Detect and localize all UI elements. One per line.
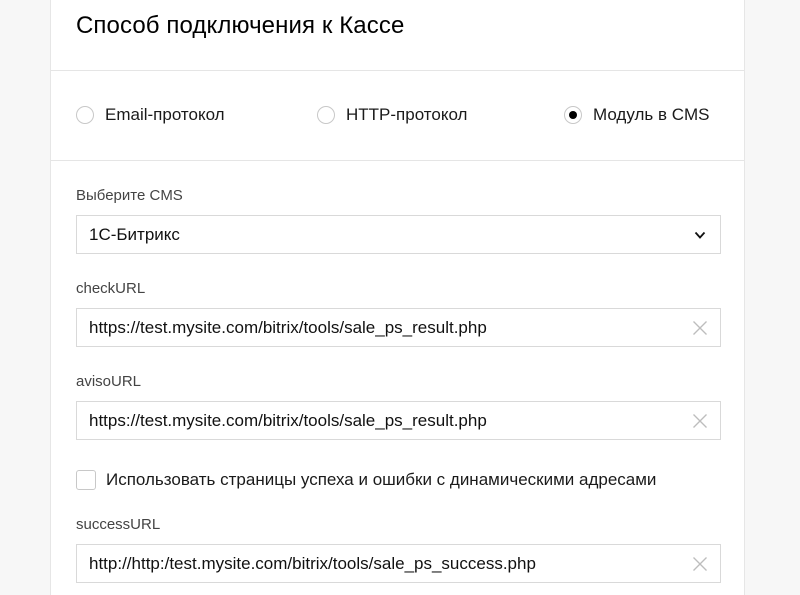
connection-settings-panel: Способ подключения к Кассе Email-протоко…: [50, 0, 745, 595]
close-icon[interactable]: [692, 556, 708, 572]
radio-email-protocol[interactable]: Email-протокол: [76, 104, 225, 126]
success-url-value: http://http:/test.mysite.com/bitrix/tool…: [89, 553, 536, 573]
chevron-down-icon[interactable]: [694, 229, 706, 241]
dynamic-pages-checkbox-row[interactable]: Использовать страницы успеха и ошибки с …: [76, 470, 656, 490]
radio-label: HTTP-протокол: [346, 105, 468, 124]
success-url-input[interactable]: http://http:/test.mysite.com/bitrix/tool…: [76, 544, 721, 583]
divider: [51, 160, 744, 161]
radio-cms-module[interactable]: Модуль в CMS: [564, 104, 710, 126]
aviso-url-value: https://test.mysite.com/bitrix/tools/sal…: [89, 410, 487, 430]
radio-circle-checked[interactable]: [564, 106, 582, 124]
radio-label: Email-протокол: [105, 105, 225, 124]
cms-select[interactable]: 1С-Битрикс: [76, 215, 721, 254]
page-title: Способ подключения к Кассе: [76, 12, 405, 39]
radio-label: Модуль в CMS: [593, 105, 710, 124]
radio-circle[interactable]: [76, 106, 94, 124]
radio-http-protocol[interactable]: HTTP-протокол: [317, 104, 467, 126]
dynamic-pages-label: Использовать страницы успеха и ошибки с …: [106, 470, 657, 489]
close-icon[interactable]: [692, 320, 708, 336]
close-icon[interactable]: [692, 413, 708, 429]
check-url-label: checkURL: [76, 280, 146, 297]
aviso-url-label: avisoURL: [76, 373, 142, 390]
radio-circle[interactable]: [317, 106, 335, 124]
check-url-value: https://test.mysite.com/bitrix/tools/sal…: [89, 317, 487, 337]
divider: [51, 70, 744, 71]
success-url-label: successURL: [76, 516, 161, 533]
cms-select-value: 1С-Битрикс: [89, 224, 180, 244]
dynamic-pages-checkbox[interactable]: [76, 470, 96, 490]
check-url-input[interactable]: https://test.mysite.com/bitrix/tools/sal…: [76, 308, 721, 347]
cms-select-label: Выберите CMS: [76, 187, 183, 204]
aviso-url-input[interactable]: https://test.mysite.com/bitrix/tools/sal…: [76, 401, 721, 440]
